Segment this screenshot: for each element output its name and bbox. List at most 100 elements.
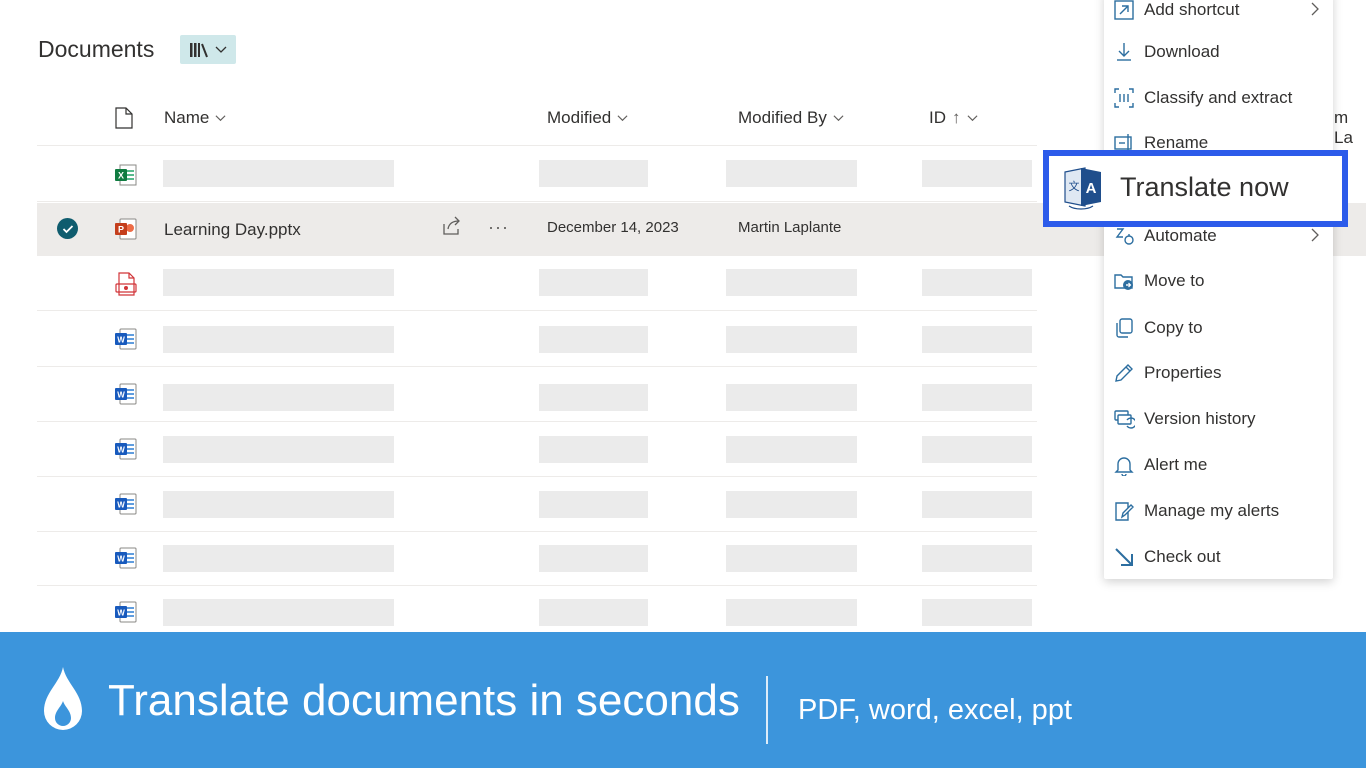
library-icon [190, 42, 208, 57]
modified-placeholder [539, 160, 648, 187]
menu-item-translate-now[interactable]: A 文 Translate now [1043, 150, 1348, 227]
id-placeholder [922, 436, 1032, 463]
row-selected-checkmark[interactable] [57, 218, 78, 239]
classify-icon [1114, 88, 1134, 108]
column-header-id[interactable]: ID ↑ [929, 108, 978, 128]
menu-item-label: Add shortcut [1144, 0, 1240, 19]
row-divider [37, 145, 1037, 146]
share-icon[interactable] [441, 216, 463, 236]
menu-item-label: Download [1144, 42, 1220, 61]
svg-text:W: W [117, 501, 125, 510]
modified-placeholder [539, 384, 648, 411]
row-divider [37, 201, 1037, 202]
library-view-button[interactable] [180, 35, 236, 64]
svg-text:W: W [117, 555, 125, 564]
translate-icon: A 文 [1064, 167, 1101, 210]
column-header-modified-label: Modified [547, 108, 612, 127]
chevron-down-icon [215, 114, 226, 121]
word-file-icon: W [115, 547, 137, 569]
svg-text:W: W [117, 446, 125, 455]
id-placeholder [922, 384, 1032, 411]
column-header-name-label: Name [164, 108, 210, 127]
menu-item-label: Classify and extract [1144, 88, 1293, 107]
modified-placeholder [539, 269, 648, 296]
powerpoint-file-icon: P [115, 218, 137, 240]
column-header-modified-by[interactable]: Modified By [738, 108, 844, 128]
name-placeholder [163, 160, 394, 187]
menu-item-label: Manage my alerts [1144, 501, 1280, 520]
banner-subtitle: PDF, word, excel, ppt [798, 694, 1072, 726]
menu-item-label: Properties [1144, 363, 1222, 382]
row-divider [37, 531, 1037, 532]
id-placeholder [922, 599, 1032, 626]
chevron-down-icon [833, 114, 844, 121]
context-menu: Add shortcut Download Classify and extra… [1104, 0, 1333, 579]
column-header-truncated[interactable]: m La [1334, 108, 1366, 148]
menu-item-version-history[interactable]: Version history [1104, 399, 1333, 439]
column-header-modified-by-label: Modified By [738, 108, 827, 127]
column-header-modified[interactable]: Modified [547, 108, 628, 128]
modified-by-placeholder [726, 491, 857, 518]
excel-file-icon: X [115, 164, 137, 186]
modified-date: December 14, 2023 [547, 219, 679, 236]
menu-item-check-out[interactable]: Check out [1104, 537, 1333, 577]
modified-by-placeholder [726, 599, 857, 626]
menu-item-classify-and-extract[interactable]: Classify and extract [1104, 78, 1333, 118]
word-file-icon: W [115, 601, 137, 623]
column-header-name[interactable]: Name [164, 108, 226, 128]
svg-text:X: X [118, 171, 124, 181]
svg-text:W: W [117, 391, 125, 400]
move-to-icon [1114, 274, 1133, 290]
menu-item-alert-me[interactable]: Alert me [1104, 445, 1333, 485]
modified-by-placeholder [726, 384, 857, 411]
word-file-icon: W [115, 328, 137, 350]
modified-by-placeholder [726, 545, 857, 572]
menu-item-label: Move to [1144, 271, 1205, 290]
automate-icon [1115, 228, 1134, 245]
page-title: Documents [38, 36, 155, 62]
menu-item-label: Check out [1144, 547, 1221, 566]
word-file-icon: W [115, 438, 137, 460]
banner-divider [766, 676, 768, 744]
version-history-icon [1114, 410, 1135, 429]
row-divider [37, 310, 1037, 311]
id-placeholder [922, 269, 1032, 296]
column-header-id-label: ID [929, 108, 946, 127]
modified-placeholder [539, 326, 648, 353]
id-placeholder [922, 545, 1032, 572]
translate-now-label: Translate now [1120, 172, 1289, 202]
modified-placeholder [539, 599, 648, 626]
menu-item-download[interactable]: Download [1104, 32, 1333, 72]
chevron-down-icon [617, 114, 628, 121]
menu-item-manage-my-alerts[interactable]: Manage my alerts [1104, 491, 1333, 531]
name-placeholder [163, 436, 394, 463]
name-placeholder [163, 384, 394, 411]
modified-by-name: Martin Laplante [738, 219, 842, 236]
file-name-link[interactable]: Learning Day.pptx [164, 220, 301, 240]
menu-item-properties[interactable]: Properties [1104, 353, 1333, 393]
alert-bell-icon [1114, 457, 1134, 476]
promo-banner: Translate documents in seconds PDF, word… [0, 632, 1366, 768]
check-out-icon [1115, 548, 1133, 566]
name-placeholder [163, 269, 394, 296]
id-placeholder [922, 160, 1032, 187]
sort-ascending-icon: ↑ [952, 108, 961, 127]
id-placeholder [922, 326, 1032, 353]
menu-item-add-shortcut[interactable]: Add shortcut [1104, 0, 1333, 30]
name-placeholder [163, 491, 394, 518]
svg-text:W: W [117, 609, 125, 618]
file-type-header-icon[interactable] [114, 107, 134, 129]
banner-title: Translate documents in seconds [108, 676, 740, 725]
chevron-right-icon [1311, 228, 1319, 242]
name-placeholder [163, 326, 394, 353]
menu-item-move-to[interactable]: Move to [1104, 261, 1333, 301]
menu-item-copy-to[interactable]: Copy to [1104, 308, 1333, 348]
chevron-down-icon [215, 46, 227, 53]
menu-item-label: Automate [1144, 226, 1217, 245]
row-divider [37, 476, 1037, 477]
id-placeholder [922, 491, 1032, 518]
name-placeholder [163, 545, 394, 572]
modified-by-placeholder [726, 269, 857, 296]
download-icon [1117, 43, 1131, 61]
more-options-icon[interactable]: ··· [488, 217, 509, 238]
